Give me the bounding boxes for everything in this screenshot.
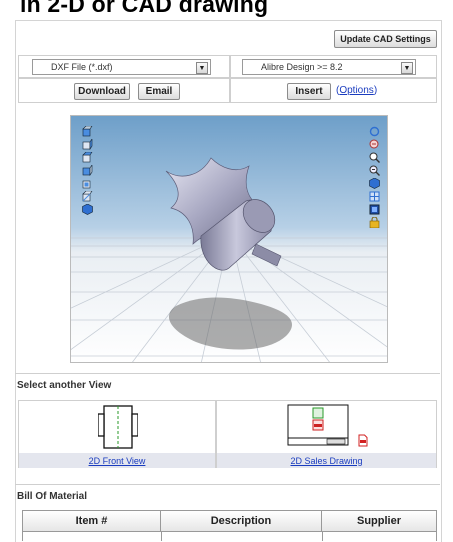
cube-left-icon[interactable] bbox=[82, 150, 93, 163]
cube-top-icon[interactable] bbox=[82, 176, 93, 189]
chevron-down-icon[interactable]: ▼ bbox=[401, 62, 413, 74]
front-view-thumbnail[interactable] bbox=[98, 404, 138, 450]
divider bbox=[15, 484, 440, 485]
divider bbox=[15, 373, 440, 374]
bom-title: Bill Of Material bbox=[17, 491, 88, 502]
file-format-value: DXF File (*.dxf) bbox=[51, 62, 113, 72]
page-title: in 2-D or CAD drawing bbox=[20, 0, 269, 17]
cad-target-select[interactable]: Alibre Design >= 8.2 ▼ bbox=[242, 59, 416, 75]
select-view-title: Select another View bbox=[17, 380, 112, 391]
view-caption-bar-front: 2D Front View bbox=[19, 453, 215, 468]
options-link[interactable]: Options bbox=[339, 85, 373, 96]
cube-iso-icon[interactable] bbox=[82, 202, 93, 215]
lock-icon[interactable] bbox=[369, 215, 380, 229]
cube-right-icon[interactable] bbox=[82, 163, 93, 176]
options-link-wrapper: (Options) bbox=[336, 85, 377, 96]
file-format-select[interactable]: DXF File (*.dxf) ▼ bbox=[32, 59, 211, 75]
download-button[interactable]: Download bbox=[74, 83, 130, 100]
front-view-link[interactable]: 2D Front View bbox=[89, 456, 146, 466]
fit-icon[interactable] bbox=[369, 189, 380, 202]
pan-icon[interactable] bbox=[369, 202, 380, 215]
options-close-paren: ) bbox=[373, 85, 378, 96]
cad-3d-viewer[interactable] bbox=[70, 115, 388, 363]
sales-drawing-link[interactable]: 2D Sales Drawing bbox=[290, 456, 362, 466]
zoom-in-icon[interactable] bbox=[369, 150, 380, 163]
zoom-window-icon[interactable] bbox=[369, 137, 380, 149]
cube-front-icon[interactable] bbox=[82, 124, 93, 137]
chevron-down-icon[interactable]: ▼ bbox=[196, 62, 208, 74]
view-caption-bar-sales: 2D Sales Drawing bbox=[217, 453, 436, 468]
cube-bottom-icon[interactable] bbox=[82, 189, 93, 202]
insert-actions-cell bbox=[230, 78, 437, 103]
update-cad-settings-button[interactable]: Update CAD Settings bbox=[334, 30, 437, 48]
shade-icon[interactable] bbox=[369, 176, 380, 189]
bom-header-supplier: Supplier bbox=[321, 510, 437, 532]
cube-back-icon[interactable] bbox=[82, 137, 93, 150]
3d-model-render bbox=[71, 116, 387, 362]
email-button[interactable]: Email bbox=[138, 83, 180, 100]
bom-row bbox=[22, 531, 437, 541]
rotate-icon[interactable] bbox=[369, 124, 380, 137]
bom-header-description: Description bbox=[160, 510, 322, 532]
cad-target-value: Alibre Design >= 8.2 bbox=[261, 62, 343, 72]
pdf-icon[interactable] bbox=[358, 434, 368, 447]
zoom-out-icon[interactable] bbox=[369, 163, 380, 176]
insert-button[interactable]: Insert bbox=[287, 83, 331, 100]
bom-header-item: Item # bbox=[22, 510, 161, 532]
sales-drawing-thumbnail[interactable] bbox=[287, 404, 367, 450]
